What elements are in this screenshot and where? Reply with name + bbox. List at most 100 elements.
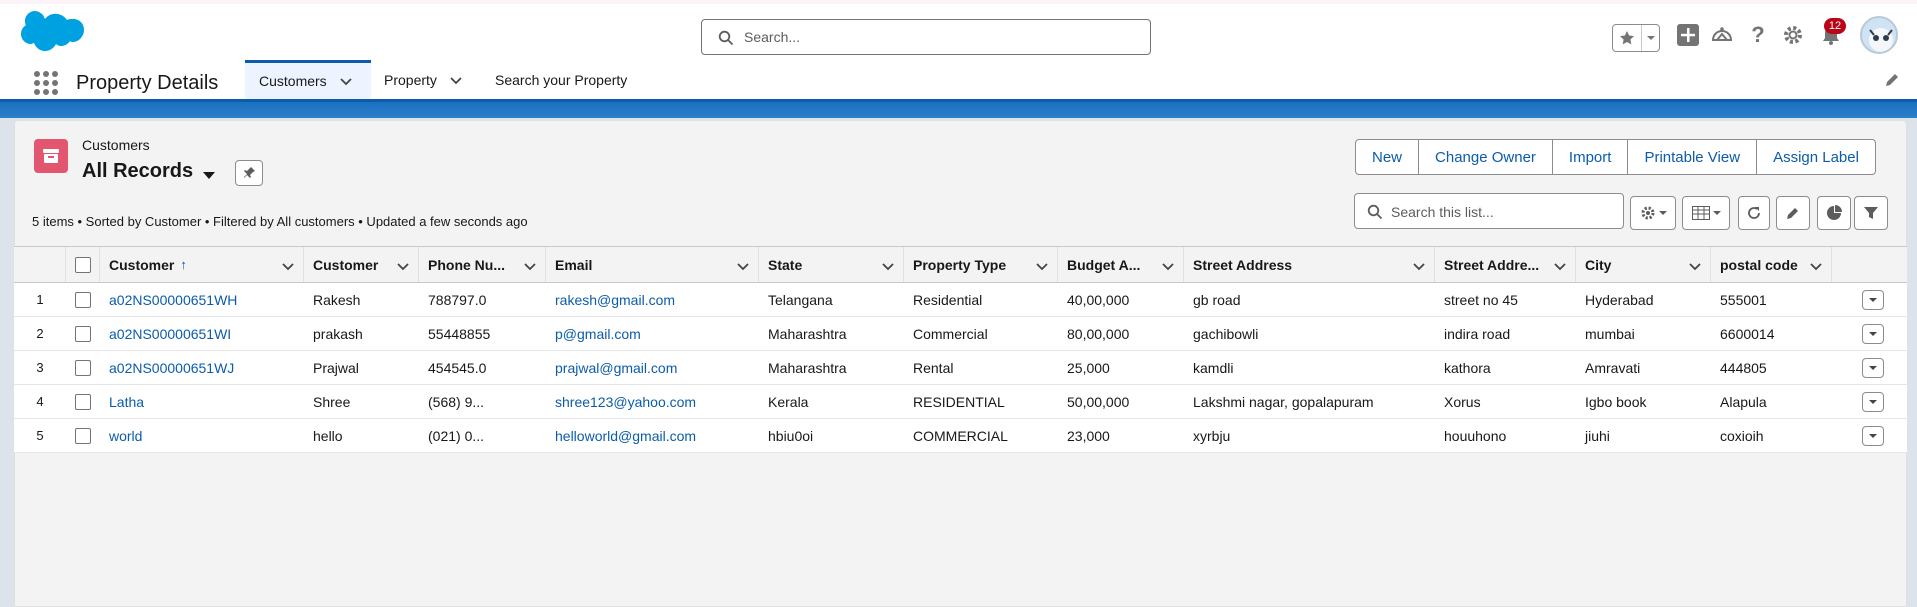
row-number: 1 bbox=[36, 292, 44, 307]
global-search-input[interactable] bbox=[744, 27, 1134, 47]
tab-customers[interactable]: Customers bbox=[245, 60, 371, 99]
salesforce-cloud-logo[interactable] bbox=[18, 11, 84, 59]
street-address-cell: Lakshmi nagar, gopalapuram bbox=[1193, 393, 1374, 410]
search-icon bbox=[1367, 204, 1383, 220]
table-icon bbox=[1691, 206, 1710, 220]
budget-cell: 50,00,000 bbox=[1067, 393, 1130, 410]
list-search-input[interactable] bbox=[1391, 202, 1616, 222]
row-checkbox[interactable] bbox=[75, 325, 91, 342]
postal-code-cell: Alapula bbox=[1720, 393, 1767, 410]
row-number: 5 bbox=[36, 428, 44, 443]
refresh-button[interactable] bbox=[1738, 196, 1770, 230]
chevron-down-icon[interactable] bbox=[339, 74, 353, 88]
row-actions-button[interactable] bbox=[1862, 425, 1884, 446]
list-settings-button[interactable] bbox=[1630, 196, 1676, 230]
chevron-down-icon[interactable] bbox=[449, 73, 463, 87]
property-type-cell: RESIDENTIAL bbox=[913, 393, 1005, 410]
pie-chart-icon bbox=[1827, 205, 1842, 220]
chevron-down-icon[interactable] bbox=[1161, 259, 1175, 273]
email-link[interactable]: shree123@yahoo.com bbox=[546, 385, 759, 418]
chevron-down-icon[interactable] bbox=[396, 259, 410, 273]
row-select-cell bbox=[66, 317, 100, 350]
column-header-property-type[interactable]: Property Type bbox=[904, 247, 1058, 282]
row-actions-button[interactable] bbox=[1862, 289, 1884, 310]
column-header-state[interactable]: State bbox=[759, 247, 904, 282]
object-label: Customers bbox=[82, 137, 150, 153]
tab-search-your-property[interactable]: Search your Property bbox=[495, 60, 627, 99]
select-all-checkbox[interactable] bbox=[74, 256, 91, 273]
edit-nav-pencil-icon[interactable] bbox=[1884, 72, 1900, 88]
customer-id-link[interactable]: Latha bbox=[100, 385, 304, 418]
email-link[interactable]: prajwal@gmail.com bbox=[546, 351, 759, 384]
email-link[interactable]: p@gmail.com bbox=[546, 317, 759, 350]
avatar[interactable] bbox=[1860, 16, 1898, 54]
list-search[interactable] bbox=[1354, 193, 1624, 229]
pin-list-view-button[interactable] bbox=[235, 160, 263, 186]
column-header-street-address-2[interactable]: Street Addre... bbox=[1435, 247, 1576, 282]
assign-label-button[interactable]: Assign Label bbox=[1757, 140, 1875, 174]
row-action-cell bbox=[1862, 351, 1902, 384]
list-view-name[interactable]: All Records bbox=[82, 160, 193, 183]
customer-id-link[interactable]: world bbox=[100, 419, 304, 452]
add-icon[interactable] bbox=[1675, 22, 1701, 48]
customer-id-link[interactable]: a02NS00000651WJ bbox=[100, 351, 304, 384]
chevron-down-icon[interactable] bbox=[736, 259, 750, 273]
row-actions-header bbox=[1832, 247, 1907, 282]
inline-edit-button[interactable] bbox=[1776, 196, 1810, 230]
printable-view-button[interactable]: Printable View bbox=[1628, 140, 1758, 174]
chevron-down-icon[interactable] bbox=[881, 259, 895, 273]
chevron-down-icon[interactable] bbox=[1412, 259, 1426, 273]
row-checkbox[interactable] bbox=[75, 393, 91, 410]
row-checkbox[interactable] bbox=[75, 291, 91, 308]
column-header-customer-id[interactable]: Customer ↑ bbox=[100, 247, 304, 282]
charts-button[interactable] bbox=[1817, 196, 1851, 230]
row-number: 3 bbox=[36, 360, 44, 375]
row-actions-button[interactable] bbox=[1862, 357, 1884, 378]
star-icon[interactable] bbox=[1613, 25, 1641, 51]
customer-id-link[interactable]: a02NS00000651WH bbox=[100, 283, 304, 316]
tab-property[interactable]: Property bbox=[384, 60, 463, 99]
row-actions-button[interactable] bbox=[1862, 323, 1884, 344]
column-header-email[interactable]: Email bbox=[546, 247, 759, 282]
street-address-2-cell: Xorus bbox=[1444, 393, 1481, 410]
city-cell: Igbo book bbox=[1585, 393, 1647, 410]
import-button[interactable]: Import bbox=[1553, 140, 1629, 174]
customer-cell: Shree bbox=[313, 393, 351, 410]
column-header-customer[interactable]: Customer bbox=[304, 247, 419, 282]
chevron-down-icon[interactable] bbox=[281, 259, 295, 273]
trailhead-icon[interactable] bbox=[1709, 22, 1735, 48]
chevron-down-icon[interactable] bbox=[202, 168, 216, 182]
column-header-city[interactable]: City bbox=[1576, 247, 1711, 282]
global-header: ? 12 bbox=[0, 0, 1917, 60]
help-icon[interactable]: ? bbox=[1745, 22, 1771, 48]
new-button[interactable]: New bbox=[1356, 140, 1420, 174]
phone-cell: 788797.0 bbox=[428, 291, 487, 308]
chevron-down-icon bbox=[1712, 211, 1721, 215]
filter-button[interactable] bbox=[1854, 196, 1888, 230]
row-checkbox[interactable] bbox=[75, 427, 91, 444]
gear-icon[interactable] bbox=[1780, 22, 1806, 48]
column-header-budget[interactable]: Budget A... bbox=[1058, 247, 1184, 282]
row-checkbox[interactable] bbox=[75, 359, 91, 376]
chevron-down-icon[interactable] bbox=[523, 259, 537, 273]
chevron-down-icon[interactable] bbox=[1035, 259, 1049, 273]
chevron-down-icon[interactable] bbox=[1553, 259, 1567, 273]
column-header-street-address[interactable]: Street Address bbox=[1184, 247, 1435, 282]
customer-id-link[interactable]: a02NS00000651WI bbox=[100, 317, 304, 350]
street-address-2-cell: kathora bbox=[1444, 359, 1491, 376]
chevron-down-icon[interactable] bbox=[1641, 25, 1659, 51]
favorites-button[interactable] bbox=[1612, 24, 1660, 52]
table-row: 1 a02NS00000651WH Rakesh 788797.0 rakesh… bbox=[14, 283, 1907, 317]
change-owner-button[interactable]: Change Owner bbox=[1419, 140, 1553, 174]
customer-cell: prakash bbox=[313, 325, 363, 342]
display-as-button[interactable] bbox=[1682, 196, 1730, 230]
app-launcher-icon[interactable] bbox=[32, 69, 58, 95]
row-actions-button[interactable] bbox=[1862, 391, 1884, 412]
email-link[interactable]: rakesh@gmail.com bbox=[546, 283, 759, 316]
chevron-down-icon[interactable] bbox=[1809, 259, 1823, 273]
global-search[interactable] bbox=[701, 19, 1151, 55]
email-link[interactable]: helloworld@gmail.com bbox=[546, 419, 759, 452]
chevron-down-icon[interactable] bbox=[1688, 259, 1702, 273]
column-header-postal-code[interactable]: postal code bbox=[1711, 247, 1832, 282]
column-header-phone[interactable]: Phone Nu... bbox=[419, 247, 546, 282]
